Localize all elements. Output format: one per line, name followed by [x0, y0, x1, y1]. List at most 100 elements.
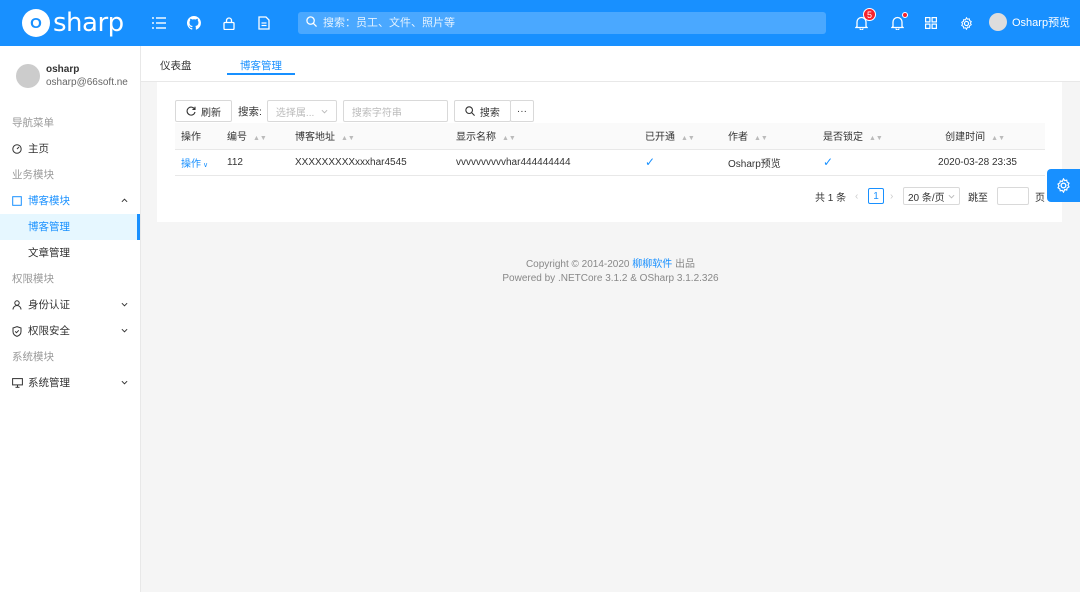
column-header-author[interactable]: 作者 ▲▼ [722, 123, 817, 150]
menu-group-permission: 权限模块 [12, 273, 54, 285]
desktop-icon [12, 378, 24, 388]
cell-id: 112 [221, 149, 289, 176]
page-tabs: 仪表盘 博客管理 [141, 46, 1080, 82]
keyword-input[interactable]: 搜索字符串 [342, 100, 448, 122]
alert-bell-icon[interactable] [888, 12, 908, 32]
square-icon [12, 196, 24, 206]
tab-active-indicator [227, 73, 295, 75]
sort-icon: ▲▼ [754, 135, 768, 143]
menu-group-nav: 导航菜单 [12, 117, 54, 129]
cell-enabled: ✓ [639, 149, 722, 176]
page-size-value: 20 条/页 [908, 192, 945, 204]
apps-grid-icon[interactable] [922, 14, 940, 32]
notification-bell-icon[interactable]: 5 [852, 8, 876, 32]
sidebar: osharp osharp@66soft.ne 导航菜单 主页 业务模块 博客模… [0, 46, 141, 592]
column-header-display-name[interactable]: 显示名称 ▲▼ [450, 123, 639, 150]
column-header-locked[interactable]: 是否锁定 ▲▼ [817, 123, 927, 150]
refresh-label: 刷新 [201, 107, 221, 119]
sort-icon: ▲▼ [502, 135, 516, 143]
profile-email: osharp@66soft.ne [46, 77, 128, 88]
page-size-select[interactable]: 20 条/页 [903, 187, 960, 205]
file-icon[interactable] [255, 14, 273, 32]
sidebar-item-identity[interactable]: 身份认证 [0, 292, 140, 318]
floating-settings-button[interactable] [1047, 169, 1080, 202]
user-icon [12, 300, 24, 310]
search-icon [306, 16, 317, 30]
refresh-button[interactable]: 刷新 [175, 100, 232, 122]
copyright-suffix: 出品 [675, 259, 696, 270]
app-logo[interactable]: O sharp [22, 7, 124, 39]
sort-icon: ▲▼ [991, 135, 1005, 143]
sort-icon: ▲▼ [869, 135, 883, 143]
field-select-placeholder: 选择属... [275, 107, 315, 119]
search-button-label: 搜索 [479, 107, 500, 119]
sidebar-item-blog-manage[interactable]: 博客管理 [0, 214, 140, 240]
cell-display-name: vvvvvvvvvvhar444444444 [450, 149, 639, 176]
github-icon[interactable] [185, 14, 203, 32]
powered-by-text: Powered by .NETCore 3.1.2 & OSharp 3.1.2… [502, 273, 719, 284]
notification-badge: 5 [863, 8, 876, 21]
sidebar-item-label: 权限安全 [28, 325, 70, 337]
shield-icon [12, 325, 24, 337]
company-link[interactable]: 柳柳软件 [632, 259, 672, 270]
menu-group-system: 系统模块 [12, 351, 54, 363]
chevron-down-icon [121, 292, 128, 318]
search-button[interactable]: 搜索 [453, 100, 511, 122]
chevron-up-icon [121, 188, 128, 214]
tab-blog-manage[interactable]: 博客管理 [240, 58, 282, 73]
cell-locked: ✓ [817, 149, 927, 176]
sidebar-item-label: 系统管理 [28, 377, 70, 389]
blog-table: 操作 编号 ▲▼ 博客地址 ▲▼ 显示名称 ▲▼ 已开通 ▲▼ 作者 ▲▼ 是否锁定 ▲▼ … [175, 123, 1045, 176]
logo-text: sharp [53, 8, 124, 38]
sidebar-item-article-manage[interactable]: 文章管理 [0, 240, 140, 266]
alert-dot [902, 12, 908, 18]
check-icon: ✓ [823, 155, 834, 169]
logo-badge: O [22, 9, 50, 37]
chevron-down-icon [948, 194, 955, 199]
sidebar-item-home[interactable]: 主页 [0, 136, 140, 162]
column-header-url[interactable]: 博客地址 ▲▼ [289, 123, 450, 150]
profile-avatar [16, 64, 40, 88]
sidebar-item-label: 身份认证 [28, 299, 70, 311]
prev-page-icon[interactable]: ‹ [855, 187, 858, 205]
sidebar-item-security[interactable]: 权限安全 [0, 318, 140, 344]
settings-gear-icon [1056, 178, 1071, 193]
sort-icon: ▲▼ [681, 135, 695, 143]
user-profile[interactable]: osharp osharp@66soft.ne [16, 64, 128, 88]
field-select[interactable]: 选择属... [266, 100, 337, 122]
table-toolbar: 刷新 搜索: 选择属... 搜索字符串 搜索 ··· [175, 100, 534, 122]
chevron-down-icon [321, 109, 328, 114]
next-page-icon[interactable]: › [890, 187, 893, 205]
pagination-total: 共 1 条 [815, 192, 847, 204]
tab-dashboard[interactable]: 仪表盘 [160, 58, 192, 73]
sort-icon: ▲▼ [253, 135, 267, 143]
main-card: 刷新 搜索: 选择属... 搜索字符串 搜索 ··· 操作 编号 ▲▼ 博客地址 ▲… [157, 82, 1062, 222]
sidebar-item-label: 博客模块 [28, 195, 70, 207]
dashboard-icon [12, 144, 24, 154]
user-menu[interactable]: Osharp预览 [989, 13, 1070, 31]
sidebar-menu: 导航菜单 主页 业务模块 博客模块 博客管理 文章管理 权限模块 身份认证 权限… [0, 110, 140, 396]
jump-input[interactable] [997, 187, 1029, 205]
row-action-dropdown[interactable]: 操作 ∨ [175, 149, 221, 176]
top-header: O sharp 5 Osharp预览 [0, 0, 1080, 46]
menu-group-business: 业务模块 [12, 169, 54, 181]
table-header-row: 操作 编号 ▲▼ 博客地址 ▲▼ 显示名称 ▲▼ 已开通 ▲▼ 作者 ▲▼ 是否锁定 ▲▼ … [175, 123, 1045, 150]
menu-collapse-icon[interactable] [150, 14, 168, 32]
jump-label: 跳至 [968, 192, 988, 204]
column-header-created[interactable]: 创建时间 ▲▼ [927, 123, 1045, 150]
sidebar-item-system[interactable]: 系统管理 [0, 370, 140, 396]
more-button[interactable]: ··· [509, 100, 534, 122]
column-header-enabled[interactable]: 已开通 ▲▼ [639, 123, 722, 150]
copyright-text: Copyright © 2014-2020 [525, 259, 630, 270]
page-number-1[interactable]: 1 [868, 188, 884, 204]
avatar [989, 13, 1007, 31]
search-icon [465, 106, 475, 116]
column-header-id[interactable]: 编号 ▲▼ [221, 123, 289, 150]
global-search[interactable] [298, 12, 826, 34]
lock-icon[interactable] [220, 14, 238, 32]
check-icon: ✓ [645, 155, 656, 169]
settings-gear-icon[interactable] [957, 14, 975, 32]
sidebar-item-blog-module[interactable]: 博客模块 [0, 188, 140, 214]
sidebar-item-label: 主页 [28, 143, 49, 155]
search-input[interactable] [323, 17, 723, 29]
